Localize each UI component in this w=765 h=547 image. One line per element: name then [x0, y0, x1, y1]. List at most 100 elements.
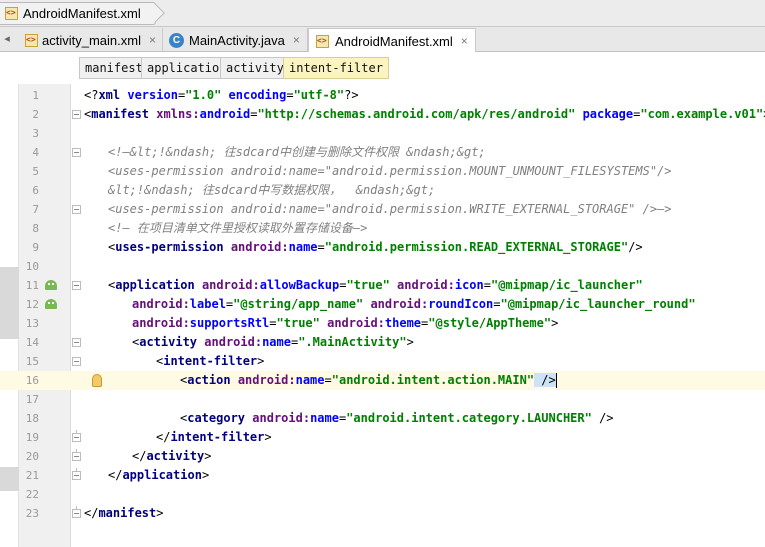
- code-line[interactable]: 5 <uses-permission android:name="android.…: [0, 162, 765, 181]
- code-token: android:: [132, 316, 190, 330]
- close-icon[interactable]: ×: [461, 34, 468, 48]
- android-icon[interactable]: [45, 280, 58, 291]
- intention-bulb-icon[interactable]: [92, 374, 102, 387]
- tab-list-chevron-icon[interactable]: ◂: [0, 31, 14, 48]
- tab-main-activity[interactable]: C MainActivity.java ×: [163, 28, 308, 52]
- code-editor[interactable]: 1 <?xml version="1.0" encoding="utf-8"?> 2…: [0, 84, 765, 547]
- code-line[interactable]: 19 </intent-filter>: [0, 428, 765, 447]
- line-number: 3: [32, 127, 39, 140]
- fold-marker-icon[interactable]: [72, 506, 81, 518]
- code-token: "android.intent.category.LAUNCHER": [346, 411, 592, 425]
- close-icon[interactable]: ×: [293, 33, 300, 47]
- code-text: <action android:name="android.intent.act…: [180, 371, 557, 390]
- code-line[interactable]: 13 android:supportsRtl="true" android:the…: [0, 314, 765, 333]
- text-caret: [555, 373, 557, 388]
- line-number: 2: [32, 108, 39, 121]
- code-line[interactable]: 21 </application>: [0, 466, 765, 485]
- navigation-bar: <> AndroidManifest.xml: [0, 0, 765, 27]
- tag-path-intent-filter[interactable]: intent-filter: [283, 57, 389, 79]
- code-token: encoding: [228, 88, 287, 102]
- line-number: 16: [25, 374, 39, 387]
- code-token: </: [108, 468, 123, 482]
- line-number: 19: [25, 431, 39, 444]
- code-token: ".MainActivity": [298, 335, 407, 349]
- code-text: <intent-filter>: [156, 352, 264, 371]
- code-token: />: [591, 411, 614, 425]
- line-number: 9: [32, 241, 39, 254]
- code-line[interactable]: 16 <action android:name="android.intent.a…: [0, 371, 765, 390]
- code-token: name: [310, 411, 339, 425]
- code-token: "com.example.v01": [640, 107, 764, 121]
- xml-file-icon: <>: [4, 6, 19, 21]
- breadcrumb-file[interactable]: <> AndroidManifest.xml: [0, 2, 165, 25]
- tab-android-manifest[interactable]: <> AndroidManifest.xml ×: [308, 28, 476, 53]
- fold-marker-icon[interactable]: [72, 205, 81, 214]
- code-token: theme: [384, 316, 422, 330]
- code-line[interactable]: 2 <manifest xmlns:android="http://schemas…: [0, 105, 765, 124]
- code-line[interactable]: 8 <!— 在项目清单文件里授权读取外置存储设备—>: [0, 219, 765, 238]
- code-line[interactable]: 10: [0, 257, 765, 276]
- code-token: manifest: [98, 506, 157, 520]
- code-token: "utf-8": [293, 88, 345, 102]
- code-text: </activity>: [132, 447, 211, 466]
- fold-marker-icon[interactable]: [72, 148, 81, 157]
- fold-marker-icon[interactable]: [72, 357, 81, 366]
- code-token: >: [201, 468, 210, 482]
- code-token: name: [288, 240, 318, 254]
- tab-label: AndroidManifest.xml: [335, 33, 453, 49]
- code-text: <activity android:name=".MainActivity">: [132, 333, 414, 352]
- fold-marker-icon[interactable]: [72, 430, 81, 442]
- code-line[interactable]: 1 <?xml version="1.0" encoding="utf-8"?>: [0, 86, 765, 105]
- tag-path-application[interactable]: application: [141, 57, 233, 79]
- code-token: intent-filter: [163, 354, 258, 368]
- code-token: />: [628, 240, 643, 254]
- tab-activity-main[interactable]: <> activity_main.xml ×: [18, 28, 163, 52]
- code-line[interactable]: 9 <uses-permission android:name="android.…: [0, 238, 765, 257]
- code-line[interactable]: 14 <activity android:name=".MainActivity"…: [0, 333, 765, 352]
- code-line[interactable]: 7 <uses-permission android:name="android.…: [0, 200, 765, 219]
- fold-marker-icon[interactable]: [72, 281, 81, 290]
- editor-tab-bar: ◂ <> activity_main.xml × C MainActivity.…: [0, 27, 765, 53]
- code-token: android:: [327, 316, 385, 330]
- code-line[interactable]: 23 </manifest>: [0, 504, 765, 523]
- code-line[interactable]: 18 <category android:name="android.intent…: [0, 409, 765, 428]
- code-token: ?>: [344, 88, 359, 102]
- code-line[interactable]: 22: [0, 485, 765, 504]
- fold-marker-icon[interactable]: [72, 449, 81, 461]
- fold-marker-icon[interactable]: [72, 110, 81, 119]
- code-line[interactable]: 20 </activity>: [0, 447, 765, 466]
- fold-marker-icon[interactable]: [72, 338, 81, 347]
- code-token: "1.0": [185, 88, 222, 102]
- code-line[interactable]: 6 &lt;!&ndash; 往sdcard中写数据权限， &ndash;&gt;: [0, 181, 765, 200]
- line-number: 11: [25, 279, 39, 292]
- android-icon[interactable]: [45, 299, 58, 310]
- code-line[interactable]: 15 <intent-filter>: [0, 352, 765, 371]
- code-line[interactable]: 11 <application android:allowBackup="true…: [0, 276, 765, 295]
- code-token: <?: [84, 88, 99, 102]
- line-number: 23: [25, 507, 39, 520]
- line-number: 15: [25, 355, 39, 368]
- code-text: <category android:name="android.intent.c…: [180, 409, 614, 428]
- code-text: </intent-filter>: [156, 428, 272, 447]
- code-line[interactable]: 17: [0, 390, 765, 409]
- code-text: <uses-permission android:name="android.p…: [108, 162, 672, 181]
- code-line[interactable]: 12 android:label="@string/app_name" andro…: [0, 295, 765, 314]
- line-number: 1: [32, 89, 39, 102]
- tag-path-manifest[interactable]: manifest: [79, 57, 149, 79]
- tag-path-activity[interactable]: activity: [220, 57, 290, 79]
- code-line[interactable]: 3: [0, 124, 765, 143]
- close-icon[interactable]: ×: [149, 33, 156, 47]
- code-token: "android.permission.READ_EXTERNAL_STORAG…: [324, 240, 629, 254]
- code-line[interactable]: 4 <!—&lt;!&ndash; 往sdcard中创建与删除文件权限 &ndas…: [0, 143, 765, 162]
- xml-tag-path: manifest application activity intent-fil…: [0, 52, 765, 84]
- line-number: 20: [25, 450, 39, 463]
- code-token: android: [199, 107, 251, 121]
- fold-marker-icon[interactable]: [72, 468, 81, 480]
- code-token: >: [257, 354, 265, 368]
- code-token: "android.intent.action.MAIN": [331, 373, 535, 387]
- code-text: <uses-permission android:name="android.p…: [108, 200, 672, 219]
- code-token: />: [534, 373, 556, 387]
- code-token: android:: [370, 297, 429, 311]
- code-token: <!— 在项目清单文件里授权读取外置存储设备—>: [108, 221, 368, 235]
